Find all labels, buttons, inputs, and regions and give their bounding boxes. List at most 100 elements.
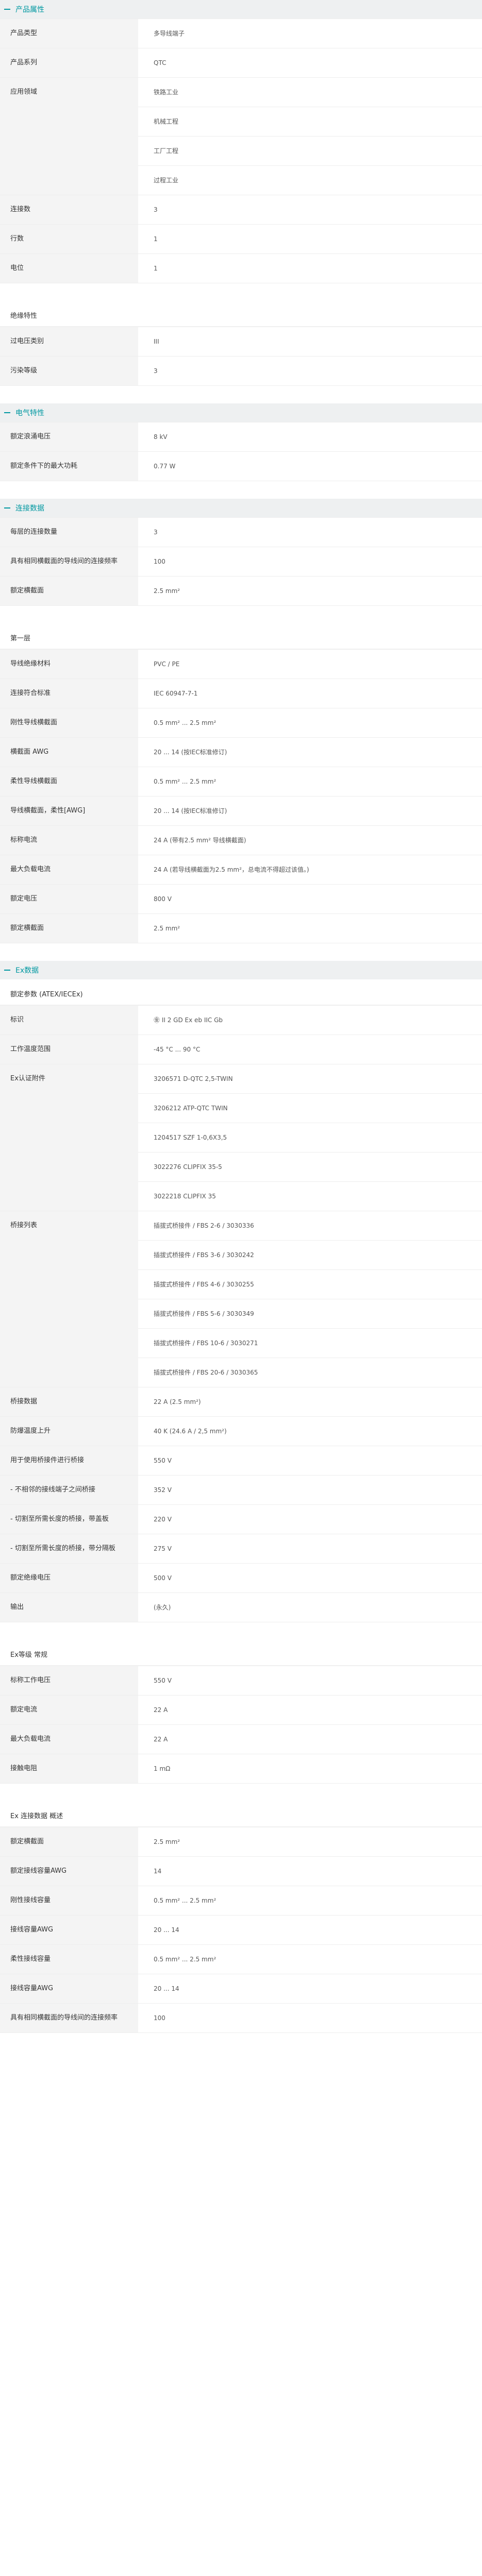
subsection-title: 额定参数 (ATEX/IECEx): [0, 979, 482, 1005]
subsection-title: 绝缘特性: [0, 301, 482, 327]
property-row: 额定横截面 2.5 mm²: [0, 1827, 482, 1857]
property-label: 产品系列: [0, 48, 138, 77]
block-gap: [0, 606, 482, 623]
property-label: 刚性导线横截面: [0, 708, 138, 737]
block-gap: [0, 283, 482, 301]
property-values: III: [138, 327, 482, 356]
property-value: 1: [154, 265, 158, 272]
property-label: 连接符合标准: [0, 679, 138, 708]
property-row: 接触电阻 1 mΩ: [0, 1754, 482, 1784]
section-header[interactable]: 电气特性: [0, 403, 482, 422]
section-header[interactable]: 产品属性: [0, 0, 482, 19]
property-values: 22 A (2.5 mm²): [138, 1387, 482, 1416]
property-value: 275 V: [154, 1545, 172, 1552]
property-row: - 切割至所需长度的桥接，带盖板 220 V: [0, 1505, 482, 1534]
property-value: 24 A (带有2.5 mm² 导线横截面): [154, 837, 246, 844]
property-label: 过电压类别: [0, 327, 138, 356]
property-label: 连接数: [0, 195, 138, 224]
property-value: 3: [154, 206, 158, 213]
property-label: 行数: [0, 225, 138, 253]
property-values: 1 mΩ: [138, 1754, 482, 1783]
section-title: 连接数据: [15, 504, 44, 513]
property-row: 具有相同横截面的导线间的连接频率 100: [0, 547, 482, 577]
property-row: 额定浪涌电压 8 kV: [0, 422, 482, 452]
property-values: 20 ... 14 (按IEC标准修订): [138, 796, 482, 825]
section-header[interactable]: 连接数据: [0, 499, 482, 517]
property-value: 40 K (24.6 A / 2,5 mm²): [154, 1428, 227, 1435]
property-label: 柔性导线横截面: [0, 767, 138, 796]
property-label: 接线容量AWG: [0, 1974, 138, 2003]
property-values: 550 V: [138, 1446, 482, 1475]
property-label: 标称电流: [0, 826, 138, 855]
property-label: 额定电压: [0, 885, 138, 913]
property-values: 352 V: [138, 1476, 482, 1504]
property-values: 500 V: [138, 1564, 482, 1592]
property-table: 导线绝缘材料 PVC / PE 连接符合标准 IEC 60947-7-1 刚性导线横截面…: [0, 649, 482, 943]
property-value: 0.5 mm² ... 2.5 mm²: [154, 1897, 217, 1904]
property-row: 导线横截面，柔性[AWG] 20 ... 14 (按IEC标准修订): [0, 796, 482, 826]
property-value: 插拔式桥接件 / FBS 2-6 / 3030336: [138, 1211, 482, 1241]
property-value: 3: [154, 367, 158, 375]
property-label: 额定浪涌电压: [0, 422, 138, 451]
property-values: 100: [138, 2004, 482, 2032]
property-values: 2.5 mm²: [138, 914, 482, 943]
property-label: 额定条件下的最大功耗: [0, 452, 138, 481]
property-value: 100: [154, 558, 165, 565]
property-value: 24 A (若导线横截面为2.5 mm²，总电流不得超过该值。): [154, 866, 309, 873]
property-values: 3: [138, 518, 482, 547]
property-value: 3206212 ATP-QTC TWIN: [138, 1094, 482, 1123]
collapse-dash-icon: [4, 412, 10, 413]
property-label: 额定横截面: [0, 577, 138, 605]
property-values: 14: [138, 1857, 482, 1886]
property-values: 3206571 D-QTC 2,5-TWIN 3206212 ATP-QTC TW…: [138, 1064, 482, 1211]
section-title: Ex数据: [15, 967, 39, 975]
property-label: 接触电阻: [0, 1754, 138, 1783]
property-row: 接线容量AWG 20 ... 14: [0, 1916, 482, 1945]
property-label: 电位: [0, 254, 138, 283]
property-value: 过程工业: [154, 177, 179, 184]
property-row: 导线绝缘材料 PVC / PE: [0, 650, 482, 679]
property-values: (永久): [138, 1593, 482, 1622]
section-title: 产品属性: [15, 6, 44, 14]
property-value: 多导线端子: [154, 30, 185, 37]
property-row: 污染等级 3: [0, 357, 482, 386]
property-values: 220 V: [138, 1505, 482, 1534]
property-value: 22 A (2.5 mm²): [154, 1398, 201, 1405]
property-row: 横截面 AWG 20 ... 14 (按IEC标准修订): [0, 738, 482, 767]
property-values: IEC 60947-7-1: [138, 679, 482, 708]
property-label: 用于使用桥接件进行桥接: [0, 1446, 138, 1475]
property-label: 防爆温度上升: [0, 1417, 138, 1446]
property-row: 额定接线容量AWG 14: [0, 1857, 482, 1886]
property-value: 插拔式桥接件 / FBS 5-6 / 3030349: [138, 1299, 482, 1329]
collapse-dash-icon: [4, 970, 10, 971]
property-row: 刚性导线横截面 0.5 mm² ... 2.5 mm²: [0, 708, 482, 738]
property-values: 20 ... 14 (按IEC标准修订): [138, 738, 482, 767]
property-row: 额定绝缘电压 500 V: [0, 1564, 482, 1593]
property-label: 标称工作电压: [0, 1666, 138, 1695]
section-header[interactable]: Ex数据: [0, 961, 482, 979]
property-value: 工厂工程: [138, 137, 482, 166]
property-value: 0.77 W: [154, 463, 176, 470]
subsection-title: 第一层: [0, 623, 482, 649]
property-values: 1: [138, 225, 482, 253]
property-value: QTC: [154, 59, 167, 66]
property-value: 3022218 CLIPFIX 35: [154, 1193, 216, 1200]
section-title: 电气特性: [15, 409, 44, 417]
property-value: 3: [154, 529, 158, 536]
property-value: -45 °C ... 90 °C: [154, 1046, 201, 1053]
property-value: 100: [154, 2014, 165, 2022]
property-row: 标称工作电压 550 V: [0, 1666, 482, 1696]
property-value: (永久): [154, 1604, 171, 1611]
property-values: 100: [138, 547, 482, 576]
property-values: 800 V: [138, 885, 482, 913]
property-label: 具有相同横截面的导线间的连接频率: [0, 547, 138, 576]
property-values: 24 A (带有2.5 mm² 导线横截面): [138, 826, 482, 855]
property-row: 额定电流 22 A: [0, 1696, 482, 1725]
property-values: 0.5 mm² ... 2.5 mm²: [138, 708, 482, 737]
property-value: III: [154, 338, 159, 345]
property-values: 8 kV: [138, 422, 482, 451]
property-label: 额定电流: [0, 1696, 138, 1724]
property-row: 防爆温度上升 40 K (24.6 A / 2,5 mm²): [0, 1417, 482, 1446]
property-label: 横截面 AWG: [0, 738, 138, 767]
